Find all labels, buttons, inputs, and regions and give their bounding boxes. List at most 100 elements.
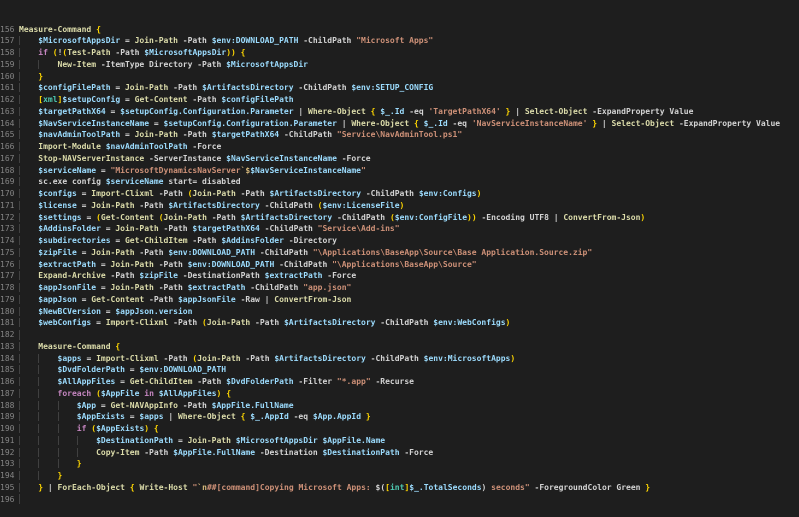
code-line[interactable]: 178 $appJsonFile = Join-Path -Path $extr… <box>0 282 799 294</box>
line-number[interactable]: 165 <box>0 129 14 141</box>
code-line[interactable]: 196 <box>0 494 799 506</box>
code-line[interactable]: 189 $AppExists = $apps | Where-Object { … <box>0 411 799 423</box>
code-line[interactable]: 171 $license = Join-Path -Path $Artifact… <box>0 200 799 212</box>
code-line[interactable]: 184 $apps = Import-Clixml -Path (Join-Pa… <box>0 353 799 365</box>
line-number[interactable]: 158 <box>0 47 14 59</box>
code-line[interactable]: 185 $DvdFolderPath = $env:DOWNLOAD_PATH <box>0 364 799 376</box>
code-line[interactable]: 167 Stop-NAVServerInstance -ServerInstan… <box>0 153 799 165</box>
code-line[interactable]: 163 $targetPathX64 = $setupConfig.Config… <box>0 106 799 118</box>
line-number[interactable]: 192 <box>0 447 14 459</box>
code-line[interactable]: 187 foreach ($AppFile in $AllAppFiles) { <box>0 388 799 400</box>
line-number[interactable]: 178 <box>0 282 14 294</box>
line-number[interactable]: 157 <box>0 35 14 47</box>
code-line[interactable]: 194 } <box>0 470 799 482</box>
line-number[interactable]: 168 <box>0 165 14 177</box>
line-number[interactable]: 169 <box>0 176 14 188</box>
code-line[interactable]: 157 $MicrosoftAppsDir = Join-Path -Path … <box>0 35 799 47</box>
code-line[interactable]: 168 $serviceName = "MicrosoftDynamicsNav… <box>0 165 799 177</box>
line-number[interactable]: 177 <box>0 270 14 282</box>
indent-guide <box>19 224 38 233</box>
code-line-content: $appJsonFile = Join-Path -Path $extractP… <box>13 282 351 294</box>
code-line[interactable]: 181 $webConfigs = Import-Clixml -Path (J… <box>0 317 799 329</box>
code-line-content: $configs = Import-Clixml -Path (Join-Pat… <box>13 188 481 200</box>
code-line[interactable]: 186 $AllAppFiles = Get-ChildItem -Path $… <box>0 376 799 388</box>
line-number[interactable]: 186 <box>0 376 14 388</box>
code-line[interactable]: 191 $DestinationPath = Join-Path $Micros… <box>0 435 799 447</box>
line-number[interactable]: 179 <box>0 294 14 306</box>
line-number[interactable]: 175 <box>0 247 14 259</box>
code-line[interactable]: 175 $zipFile = Join-Path -Path $env:DOWN… <box>0 247 799 259</box>
code-editor[interactable]: 156 Measure-Command {157 $MicrosoftAppsDi… <box>0 0 799 504</box>
code-line[interactable]: 165 $navAdminToolPath = Join-Path -Path … <box>0 129 799 141</box>
line-number[interactable]: 167 <box>0 153 14 165</box>
code-line[interactable]: 173 $AddinsFolder = Join-Path -Path $tar… <box>0 223 799 235</box>
code-line[interactable]: 160 } <box>0 71 799 83</box>
code-line[interactable]: 176 $extractPath = Join-Path -Path $env:… <box>0 259 799 271</box>
code-line[interactable]: 183 Measure-Command { <box>0 341 799 353</box>
code-line[interactable]: 159 New-Item -ItemType Directory -Path $… <box>0 59 799 71</box>
line-number[interactable]: 195 <box>0 482 14 494</box>
line-number[interactable]: 180 <box>0 306 14 318</box>
line-number[interactable]: 183 <box>0 341 14 353</box>
indent-guide <box>38 459 57 468</box>
code-line-content: $appJson = Get-Content -Path $appJsonFil… <box>13 294 351 306</box>
code-line[interactable]: 158 if (!(Test-Path -Path $MicrosoftApps… <box>0 47 799 59</box>
code-line[interactable]: 188 $App = Get-NAVAppInfo -Path $AppFile… <box>0 400 799 412</box>
code-line-content: $MicrosoftAppsDir = Join-Path -Path $env… <box>13 35 433 47</box>
line-number[interactable]: 193 <box>0 458 14 470</box>
line-number[interactable]: 188 <box>0 400 14 412</box>
code-line[interactable]: 180 $NewBCVersion = $appJson.version <box>0 306 799 318</box>
code-area: 156 Measure-Command {157 $MicrosoftAppsDi… <box>0 24 799 506</box>
line-number[interactable]: 171 <box>0 200 14 212</box>
line-number[interactable]: 163 <box>0 106 14 118</box>
line-number[interactable]: 184 <box>0 353 14 365</box>
line-number[interactable]: 162 <box>0 94 14 106</box>
line-number[interactable]: 181 <box>0 317 14 329</box>
code-line[interactable]: 193 } <box>0 458 799 470</box>
line-number[interactable]: 187 <box>0 388 14 400</box>
code-line[interactable]: 166 Import-Module $navAdminToolPath -For… <box>0 141 799 153</box>
indent-guide <box>38 365 57 374</box>
line-number[interactable]: 174 <box>0 235 14 247</box>
code-line[interactable]: 177 Expand-Archive -Path $zipFile -Desti… <box>0 270 799 282</box>
code-line[interactable]: 192 Copy-Item -Path $AppFile.FullName -D… <box>0 447 799 459</box>
line-number[interactable]: 156 <box>0 24 14 36</box>
line-number[interactable]: 189 <box>0 411 14 423</box>
code-line[interactable]: 195 } | ForEach-Object { Write-Host "`n#… <box>0 482 799 494</box>
line-number[interactable]: 164 <box>0 118 14 130</box>
code-line-content: $serviceName = "MicrosoftDynamicsNavServ… <box>13 165 366 177</box>
code-line[interactable]: 190 if ($AppExists) { <box>0 423 799 435</box>
line-number[interactable]: 176 <box>0 259 14 271</box>
indent-guide <box>19 354 38 363</box>
line-number[interactable]: 161 <box>0 82 14 94</box>
line-number[interactable]: 160 <box>0 71 14 83</box>
line-number[interactable]: 173 <box>0 223 14 235</box>
line-number[interactable]: 185 <box>0 364 14 376</box>
line-number[interactable]: 166 <box>0 141 14 153</box>
code-line[interactable]: 161 $configFilePath = Join-Path -Path $A… <box>0 82 799 94</box>
line-number[interactable]: 172 <box>0 212 14 224</box>
line-number[interactable]: 191 <box>0 435 14 447</box>
line-number[interactable]: 159 <box>0 59 14 71</box>
indent-guide <box>19 130 38 139</box>
code-line[interactable]: 182 <box>0 329 799 341</box>
code-line[interactable]: 164 $NavServiceInstanceName = $setupConf… <box>0 118 799 130</box>
indent-guide <box>19 401 38 410</box>
code-line[interactable]: 170 $configs = Import-Clixml -Path (Join… <box>0 188 799 200</box>
line-number[interactable]: 196 <box>0 494 14 506</box>
code-line[interactable]: 179 $appJson = Get-Content -Path $appJso… <box>0 294 799 306</box>
line-number[interactable]: 190 <box>0 423 14 435</box>
line-number[interactable]: 182 <box>0 329 14 341</box>
code-line[interactable]: 169 sc.exe config $serviceName start= di… <box>0 176 799 188</box>
indent-guide <box>19 459 38 468</box>
code-line[interactable]: 172 $settings = (Get-Content (Join-Path … <box>0 212 799 224</box>
indent-guide <box>19 318 38 327</box>
code-line-content: Measure-Command { <box>13 341 120 353</box>
code-line[interactable]: 156 Measure-Command { <box>0 24 799 36</box>
line-number[interactable]: 194 <box>0 470 14 482</box>
code-line[interactable]: 162 [xml]$setupConfig = Get-Content -Pat… <box>0 94 799 106</box>
line-number[interactable]: 170 <box>0 188 14 200</box>
code-line-content: $configFilePath = Join-Path -Path $Artif… <box>13 82 433 94</box>
indent-guide <box>19 329 20 340</box>
code-line[interactable]: 174 $subdirectories = Get-ChildItem -Pat… <box>0 235 799 247</box>
